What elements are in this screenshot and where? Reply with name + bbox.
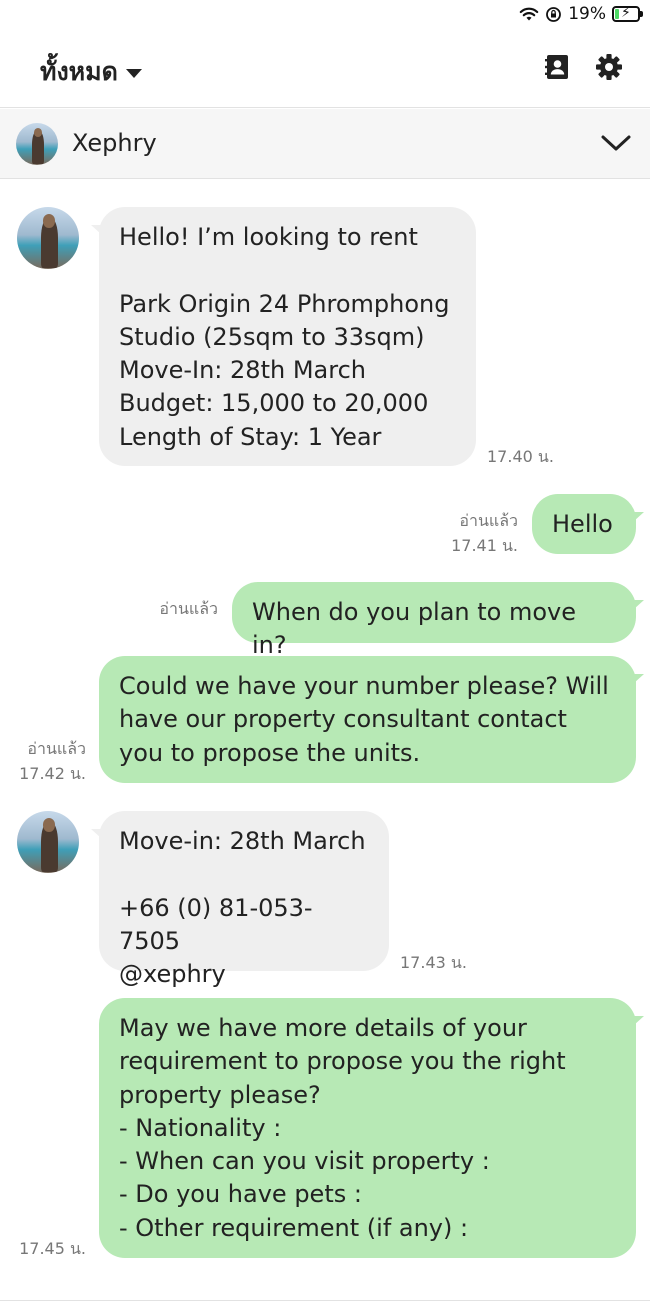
message-time: 17.40 น. [487,447,554,466]
message-bubble-incoming[interactable]: Move-in: 28th March +66 (0) 81-053-7505 … [91,811,389,988]
battery-level [615,9,620,19]
composer-divider [0,1300,650,1301]
message-bubble-outgoing[interactable]: When do you plan to move in? [232,582,644,659]
message-time: 17.43 น. [400,953,467,972]
app-header: ทั้งหมด [0,30,650,108]
charging-bolt-icon: ⚡ [621,5,631,21]
filter-dropdown[interactable]: ทั้งหมด [40,52,142,92]
chat-header: Xephry [0,109,650,179]
message-avatar[interactable] [17,811,79,873]
header-actions [542,52,624,82]
contact-avatar[interactable] [16,123,58,165]
status-bar: 19% ⚡ [0,0,650,30]
chevron-down-icon [601,135,631,151]
read-receipt: อ่านแล้ว [27,739,86,758]
collapse-button[interactable] [600,129,632,157]
status-indicators: 19% ⚡ [519,4,643,24]
battery-icon: ⚡ [612,5,643,22]
message-bubble-outgoing[interactable]: May we have more details of your require… [99,998,644,1258]
message-time: 17.41 น. [451,536,518,555]
caret-down-icon [125,68,142,78]
settings-button[interactable] [594,52,624,82]
wifi-icon [519,7,539,21]
read-receipt: อ่านแล้ว [159,599,218,618]
message-bubble-incoming[interactable]: Hello! I’m looking to rent Park Origin 2… [91,207,476,466]
read-receipt: อ่านแล้ว [459,511,518,530]
message-avatar[interactable] [17,207,79,269]
rotation-lock-icon [546,6,562,22]
message-time: 17.42 น. [19,764,86,783]
message-bubble-outgoing[interactable]: Could we have your number please? Will h… [99,656,644,783]
contacts-button[interactable] [542,52,572,82]
battery-percent: 19% [568,4,606,24]
message-bubble-outgoing[interactable]: Hello [532,494,644,554]
gear-icon [596,54,622,80]
contact-name: Xephry [72,129,157,157]
filter-dropdown-label: ทั้งหมด [40,57,118,86]
message-time: 17.45 น. [19,1239,86,1258]
contact-book-icon [545,55,568,79]
